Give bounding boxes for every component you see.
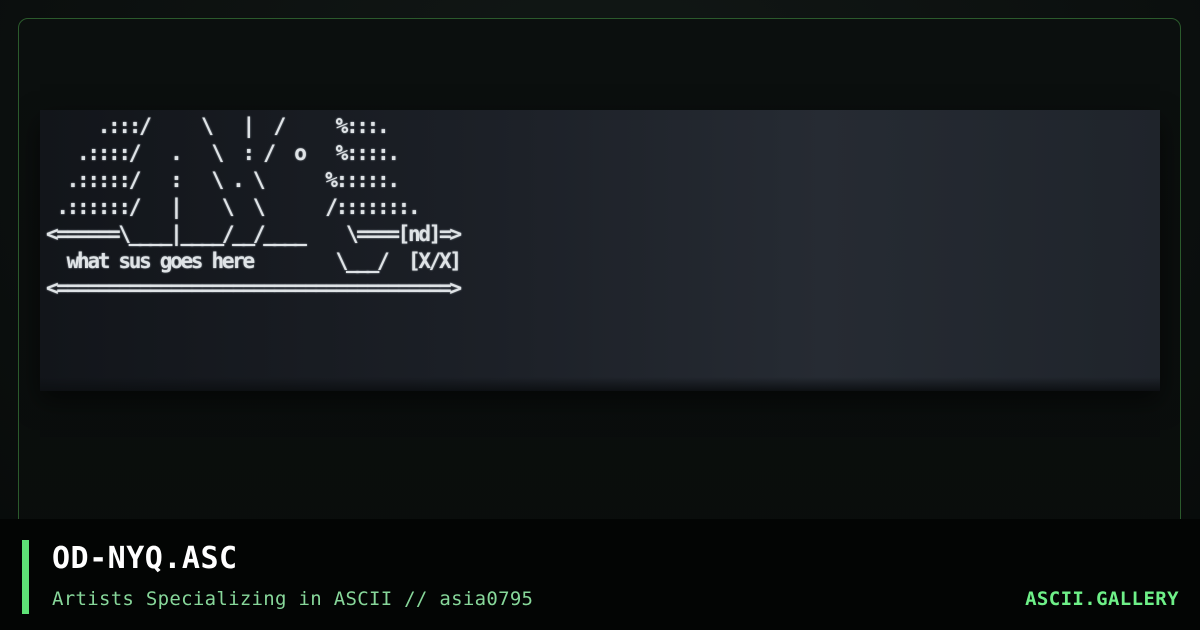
accent-bar [22,540,29,614]
artwork-preview[interactable]: .:::/ \ | / %:::. .::::/ . \ : / o %::::… [40,110,1160,391]
site-brand[interactable]: ASCII.GALLERY [1025,588,1179,610]
artwork-title: OD-NYQ.ASC [52,541,238,576]
artwork-subtitle: Artists Specializing in ASCII // asia079… [52,588,534,610]
info-footer: OD-NYQ.ASC Artists Specializing in ASCII… [0,519,1200,630]
ascii-art: .:::/ \ | / %:::. .::::/ . \ : / o %::::… [46,114,462,300]
